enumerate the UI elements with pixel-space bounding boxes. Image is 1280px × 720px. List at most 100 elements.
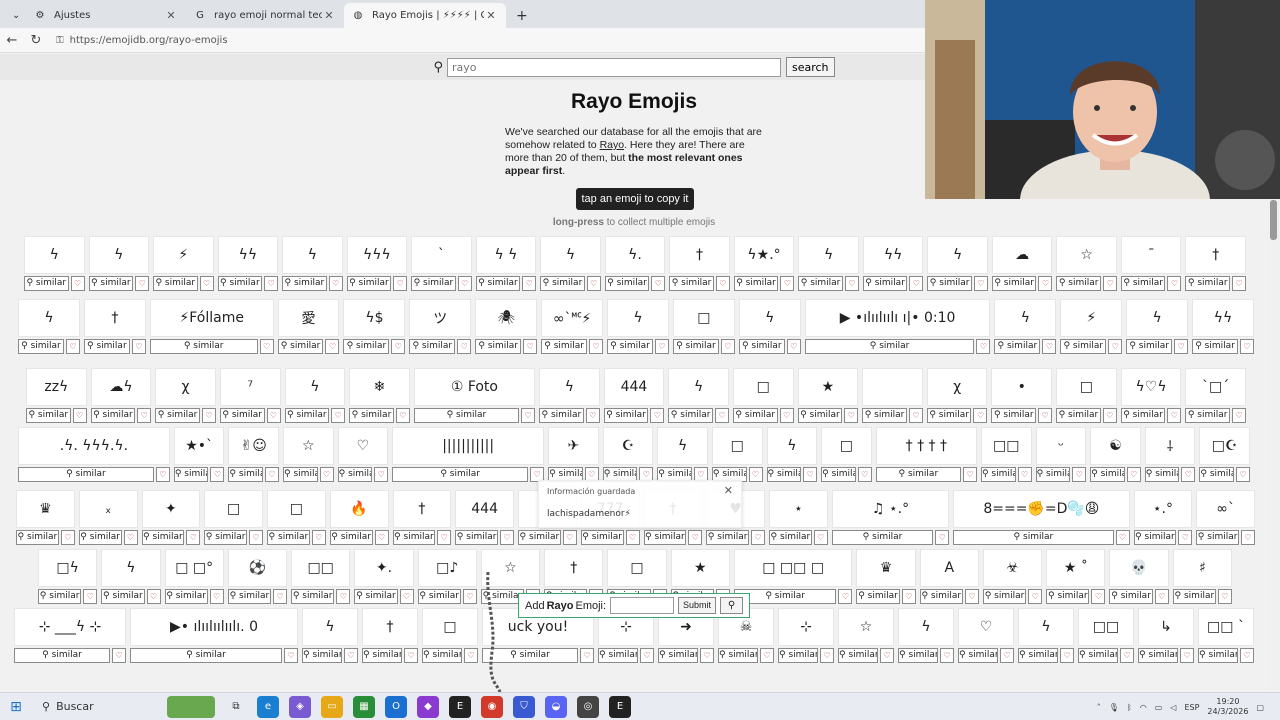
heart-icon[interactable]: ♡ [391,339,406,354]
similar-button[interactable]: ⚲ similar [919,589,963,604]
heart-icon[interactable]: ♡ [813,530,828,545]
heart-icon[interactable]: ♡ [909,276,924,291]
emoji-button[interactable]: ✦ [141,490,201,528]
heart-icon[interactable]: ♡ [1235,467,1250,482]
emoji-button[interactable]: ▶ •ılıılıılı ı|• 0:10 [804,299,991,337]
battery-icon[interactable]: ▭ [1155,703,1163,712]
emoji-button[interactable]: ★ [670,549,730,587]
emoji-button[interactable]: □ [204,490,263,528]
copilot-icon[interactable]: ◈ [289,695,311,718]
similar-button[interactable]: ⚲ similar [1090,467,1125,482]
similar-button[interactable]: ⚲ similar [603,408,649,423]
similar-button[interactable]: ⚲ similar [1199,467,1234,482]
emoji-button[interactable]: † † † † [875,427,977,465]
similar-button[interactable]: ⚲ similar [1133,530,1177,545]
similar-button[interactable]: ⚲ similar [927,276,972,291]
emoji-button[interactable]: ⚡Fóllame [149,299,274,337]
heart-icon[interactable]: ♡ [344,648,358,663]
emoji-button[interactable]: ♛ [856,549,916,587]
emoji-button[interactable]: ∞ˋ🅪⚡ [541,299,604,337]
similar-button[interactable]: ⚲ similar [733,276,779,291]
similar-button[interactable]: ⚲ similar [267,530,310,545]
similar-button[interactable]: ⚲ similar [88,276,134,291]
similar-button[interactable]: ⚲ similar [277,339,324,354]
similar-button[interactable]: ⚲ similar [101,589,145,604]
heart-icon[interactable]: ♡ [1102,408,1117,423]
heart-icon[interactable]: ♡ [580,648,594,663]
game-icon[interactable]: ◆ [417,695,439,718]
similar-button[interactable]: ⚲ similar [1056,408,1101,423]
task-view-icon[interactable]: ⧉ [225,696,247,718]
tab-google-search[interactable]: G rayo emoji normal teclado - Búsqu ✕ [186,3,344,28]
outlook-icon[interactable]: O [385,695,407,718]
heart-icon[interactable]: ♡ [123,530,138,545]
heart-icon[interactable]: ♡ [1240,648,1254,663]
emoji-button[interactable]: □ [672,299,735,337]
emoji-button[interactable]: ❄ [349,368,410,406]
emoji-button[interactable]: † [362,608,418,646]
tab-list-button[interactable]: ⌄ [4,3,22,28]
heart-icon[interactable]: ♡ [751,530,765,545]
emoji-button[interactable]: ϟ [607,299,669,337]
notification-icon[interactable]: ▢ [1256,703,1264,712]
emoji-button[interactable]: ✈ [548,427,599,465]
emoji-button[interactable]: 🕷 [475,299,538,337]
emoji-button[interactable]: ✌☺ [228,427,280,465]
heart-icon[interactable]: ♡ [1115,530,1130,545]
emoji-button[interactable]: □□ [980,427,1032,465]
emoji-button[interactable]: □ [607,549,667,587]
similar-button[interactable]: ⚲ similar [413,408,520,423]
similar-button[interactable]: ⚲ similar [24,276,69,291]
heart-icon[interactable]: ♡ [901,589,916,604]
emoji-button[interactable]: ϟ [898,608,954,646]
heart-icon[interactable]: ♡ [1042,339,1057,354]
emoji-button[interactable]: zzϟ [26,368,87,406]
similar-button[interactable]: ⚲ similar [778,648,818,663]
emoji-button[interactable]: ϟϟϟ [346,236,408,274]
emoji-button[interactable]: ☁ [991,236,1053,274]
similar-button[interactable]: ⚲ similar [958,648,998,663]
similar-button[interactable]: ⚲ similar [1056,276,1101,291]
close-icon[interactable]: ✕ [322,9,336,22]
heart-icon[interactable]: ♡ [1217,589,1232,604]
emoji-button[interactable]: 💀 [1109,549,1169,587]
emoji-button[interactable]: □□ [1078,608,1134,646]
similar-button[interactable]: ⚲ similar [173,467,209,482]
heart-icon[interactable]: ♡ [1091,589,1106,604]
emoji-button[interactable]: ϟ [88,236,150,274]
similar-button[interactable]: ⚲ similar [164,589,208,604]
discord-icon[interactable]: ◒ [545,695,567,718]
emoji-button[interactable]: ⚽ [227,549,288,587]
close-icon[interactable]: ✕ [484,9,498,22]
emoji-button[interactable]: ♛ [16,490,75,528]
emoji-button[interactable] [862,368,923,406]
similar-button[interactable]: ⚲ similar [302,648,342,663]
heart-icon[interactable]: ♡ [264,276,279,291]
heart-icon[interactable]: ♡ [1126,467,1141,482]
similar-button[interactable]: ⚲ similar [38,589,82,604]
heart-icon[interactable]: ♡ [1174,339,1189,354]
heart-icon[interactable]: ♡ [1028,589,1043,604]
emoji-button[interactable]: ☁ϟ [90,368,152,406]
scrollbar-thumb[interactable] [1270,200,1277,240]
bluetooth-icon[interactable]: ᛒ [1127,703,1132,712]
file-explorer-icon[interactable]: ▭ [321,695,343,718]
heart-icon[interactable]: ♡ [803,467,818,482]
heart-icon[interactable]: ♡ [210,467,225,482]
heart-icon[interactable]: ♡ [838,589,853,604]
epic-launcher-icon[interactable]: E [609,695,631,718]
heart-icon[interactable]: ♡ [1102,276,1117,291]
emoji-button[interactable]: 愛 [277,299,340,337]
emoji-button[interactable]: ϟ [282,236,343,274]
similar-button[interactable]: ⚲ similar [1120,408,1166,423]
similar-button[interactable]: ⚲ similar [732,408,778,423]
heart-icon[interactable]: ♡ [1167,276,1182,291]
similar-button[interactable]: ⚲ similar [607,339,653,354]
heart-icon[interactable]: ♡ [1038,276,1053,291]
heart-icon[interactable]: ♡ [155,467,170,482]
heart-icon[interactable]: ♡ [940,648,954,663]
emoji-button[interactable]: ϟ [766,427,818,465]
similar-button[interactable]: ⚲ similar [455,530,498,545]
heart-icon[interactable]: ♡ [625,530,640,545]
widget-thumbnail-icon[interactable] [167,695,215,718]
